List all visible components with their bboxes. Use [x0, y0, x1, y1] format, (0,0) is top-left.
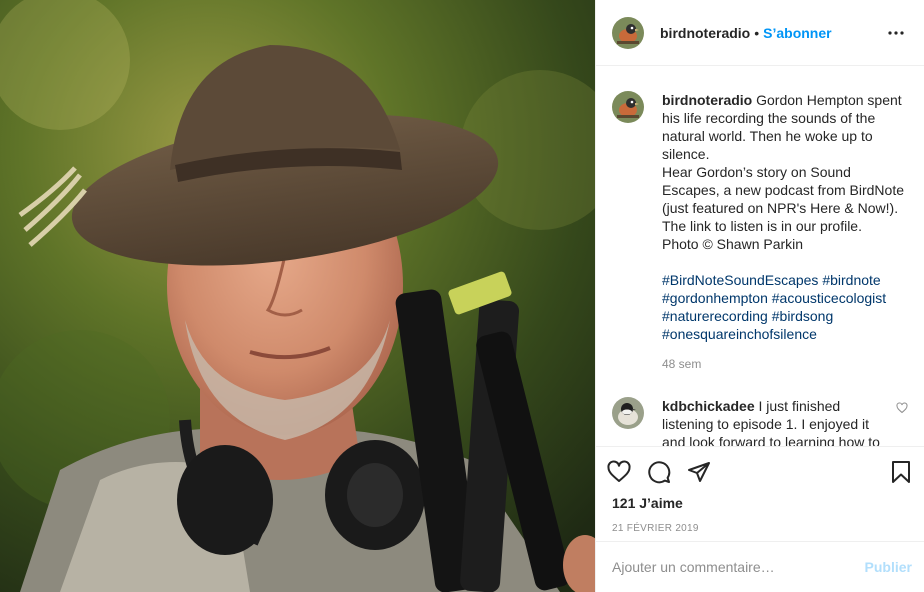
- bird-avatar-icon: [612, 91, 644, 123]
- likes-count[interactable]: 121 J’aime: [606, 495, 914, 511]
- comment-body: kdbchickadee I just finished listening t…: [662, 397, 890, 446]
- paper-plane-icon[interactable]: [686, 459, 712, 485]
- post-side-panel: birdnoteradio • S’abonner birdnoteradio …: [595, 0, 924, 592]
- share-plane: [688, 462, 710, 482]
- caption: birdnoteradio Gordon Hempton spent his l…: [612, 91, 908, 373]
- save-bookmark: [892, 461, 910, 483]
- heart-icon[interactable]: [896, 401, 908, 414]
- avatar[interactable]: [612, 397, 644, 429]
- separator-dot: •: [754, 24, 760, 41]
- hashtag-link[interactable]: #birdnote: [822, 272, 880, 288]
- comments-list[interactable]: birdnoteradio Gordon Hempton spent his l…: [596, 67, 924, 446]
- action-bar: [606, 459, 914, 485]
- header-username[interactable]: birdnoteradio: [660, 25, 750, 41]
- comment-input[interactable]: [612, 559, 865, 575]
- avatar[interactable]: [612, 16, 644, 49]
- caption-line: Hear Gordon’s story on Sound Escapes, a …: [662, 164, 905, 234]
- post-view: birdnoteradio • S’abonner birdnoteradio …: [0, 0, 924, 592]
- comment-like-heart: [896, 402, 908, 414]
- more-dots: [888, 30, 904, 35]
- comment-icon[interactable]: [646, 459, 672, 485]
- hashtag-link[interactable]: #naturerecording: [662, 308, 768, 324]
- chickadee-avatar-icon: [612, 397, 644, 429]
- caption-line: Photo © Shawn Parkin: [662, 236, 804, 252]
- heart-icon[interactable]: [606, 459, 632, 485]
- more-horizontal-icon[interactable]: [884, 21, 908, 45]
- hashtag-link[interactable]: #birdsong: [772, 308, 834, 324]
- comment-bubble: [648, 461, 671, 484]
- post-actions: 121 J’aime 21 FÉVRIER 2019: [596, 446, 924, 542]
- bookmark-icon[interactable]: [888, 459, 914, 485]
- like-heart: [607, 460, 631, 482]
- caption-username[interactable]: birdnoteradio: [662, 92, 752, 108]
- hashtag-list: #BirdNoteSoundEscapes #birdnote #gordonh…: [662, 271, 908, 343]
- comment-item: kdbchickadee I just finished listening t…: [612, 397, 908, 446]
- follow-button[interactable]: S’abonner: [763, 25, 831, 41]
- publish-button[interactable]: Publier: [865, 559, 912, 575]
- hashtag-link[interactable]: #onesquareinchofsilence: [662, 326, 817, 342]
- comment-username[interactable]: kdbchickadee: [662, 398, 755, 414]
- avatar[interactable]: [612, 91, 644, 123]
- bird-avatar-icon: [612, 16, 644, 49]
- hashtag-link[interactable]: #acousticecologist: [772, 290, 886, 306]
- post-date[interactable]: 21 FÉVRIER 2019: [606, 523, 914, 534]
- caption-time[interactable]: 48 sem: [662, 355, 908, 373]
- add-comment-bar: Publier: [596, 541, 924, 592]
- hashtag-link[interactable]: #BirdNoteSoundEscapes: [662, 272, 818, 288]
- hashtag-link[interactable]: #gordonhempton: [662, 290, 768, 306]
- post-header: birdnoteradio • S’abonner: [596, 0, 924, 66]
- portrait-illustration: [0, 0, 595, 592]
- post-photo[interactable]: [0, 0, 595, 592]
- caption-body: birdnoteradio Gordon Hempton spent his l…: [662, 91, 908, 373]
